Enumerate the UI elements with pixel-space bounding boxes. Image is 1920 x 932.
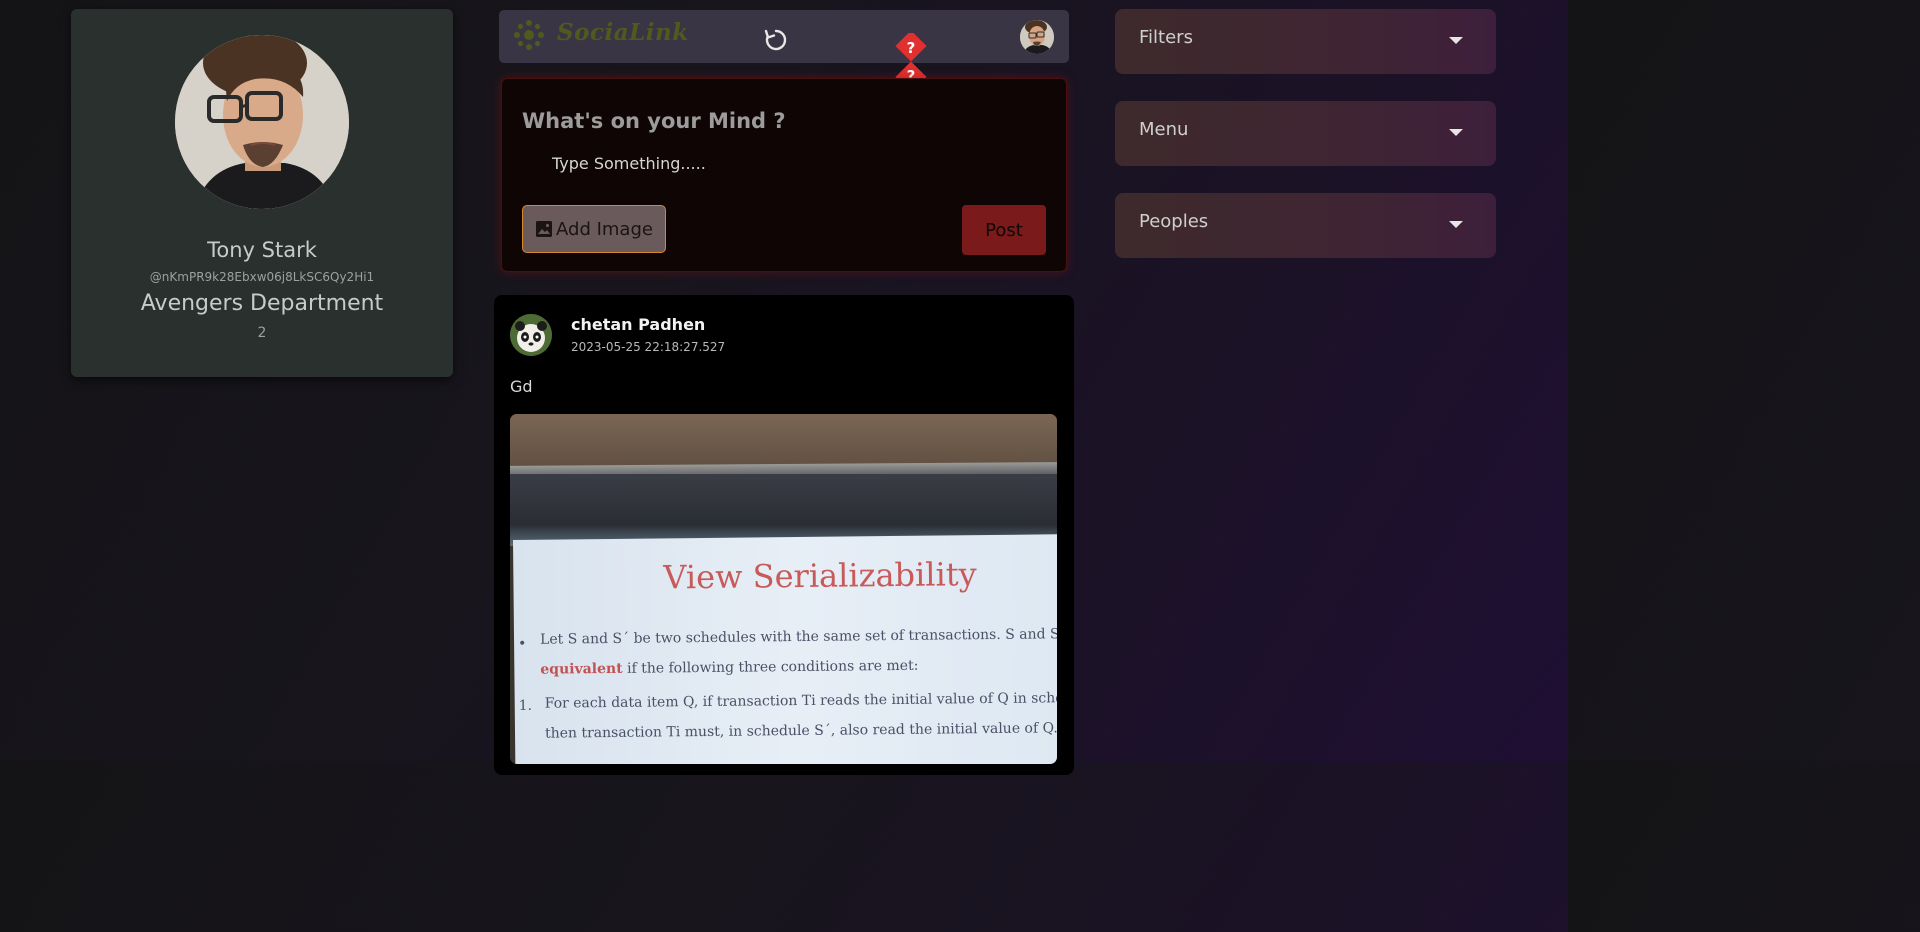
slide-line-3: For each data item Q, if transaction Ti … [544, 690, 1057, 712]
filters-accordion[interactable]: Filters [1115, 9, 1496, 74]
post-text-input[interactable] [532, 149, 1022, 177]
profile-handle: @nKmPR9k28Ebxw06j8LkSC6Qy2Hi1 [149, 270, 375, 284]
profile-department: Avengers Department [140, 291, 384, 316]
accordion-label-peoples: Peoples [1139, 211, 1209, 232]
post-image[interactable]: View Serializability • Let S and S´ be t… [510, 414, 1057, 764]
slide-line-2: equivalent if the following three condit… [540, 658, 918, 678]
post-timestamp: 2023-05-25 22:18:27.527 [571, 340, 726, 354]
post-button[interactable]: Post [962, 205, 1046, 255]
question-diamond-icon[interactable]: ? ? [895, 33, 927, 81]
chevron-down-icon [1449, 37, 1463, 44]
slide-line-2-rest: if the following three conditions are me… [622, 657, 919, 677]
top-navbar: SociaLink [499, 10, 1069, 63]
profile-name: Tony Stark [207, 238, 317, 262]
profile-count: 2 [257, 325, 267, 341]
menu-accordion[interactable]: Menu [1115, 101, 1496, 166]
slide-line-2-bold: equivalent [540, 660, 623, 678]
post-text: Gd [510, 377, 533, 396]
profile-avatar [175, 35, 349, 209]
post-composer: What's on your Mind ? Add Image Post [501, 78, 1067, 272]
post-author-avatar[interactable] [510, 314, 552, 356]
post-card: chetan Padhen 2023-05-25 22:18:27.527 Gd… [494, 295, 1074, 775]
accordion-label-menu: Menu [1139, 119, 1189, 140]
projector-screen: View Serializability • Let S and S´ be t… [513, 534, 1057, 764]
add-image-button[interactable]: Add Image [522, 205, 666, 253]
accordion-label-filters: Filters [1139, 27, 1193, 48]
slide-number: 1. [518, 697, 533, 714]
post-author-name[interactable]: chetan Padhen [571, 315, 705, 334]
image-icon [536, 221, 553, 237]
svg-text:?: ? [907, 39, 916, 57]
chevron-down-icon [1449, 129, 1463, 136]
refresh-icon[interactable] [763, 27, 789, 53]
user-avatar-button[interactable] [1020, 20, 1054, 54]
slide-bullet: • [518, 635, 527, 652]
slide-line-1: Let S and S´ be two schedules with the s… [539, 626, 1057, 648]
composer-title: What's on your Mind ? [522, 109, 786, 133]
profile-card: Tony Stark @nKmPR9k28Ebxw06j8LkSC6Qy2Hi1… [71, 9, 453, 377]
peoples-accordion[interactable]: Peoples [1115, 193, 1496, 258]
sparkle-icon [514, 20, 544, 50]
add-image-label: Add Image [556, 218, 653, 240]
slide-title: View Serializability [663, 555, 977, 597]
chevron-down-icon [1449, 221, 1463, 228]
slide-line-4: then transaction Ti must, in schedule S´… [544, 720, 1057, 742]
app-logo[interactable]: SociaLink [557, 19, 689, 46]
